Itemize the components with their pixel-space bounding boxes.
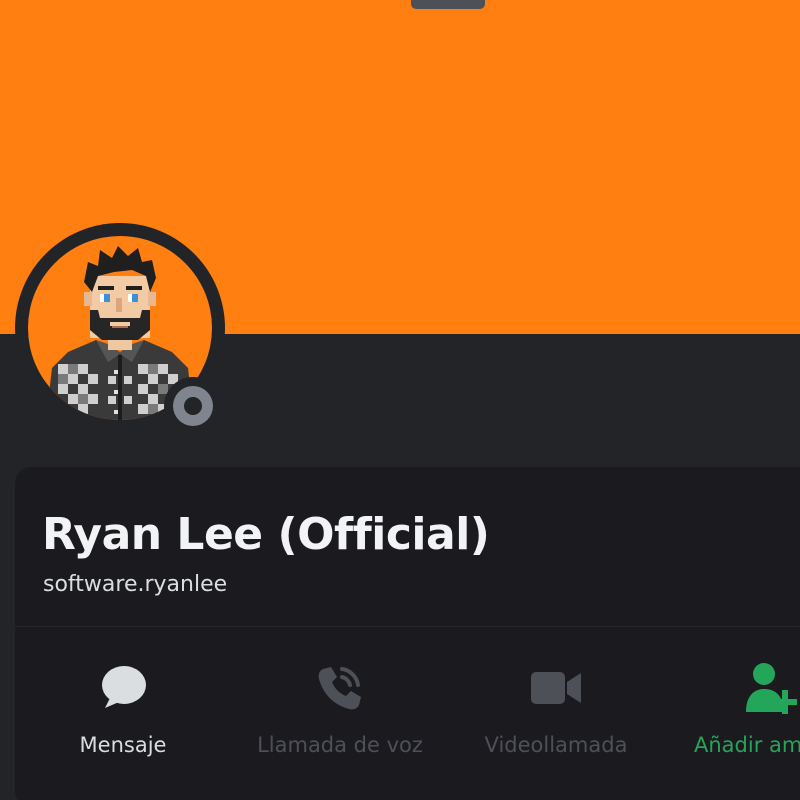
phone-call-icon bbox=[312, 660, 368, 716]
status-indicator-hole bbox=[184, 397, 202, 415]
message-label: Mensaje bbox=[79, 733, 167, 757]
video-call-label: Videollamada bbox=[484, 733, 628, 757]
chat-bubble-icon bbox=[95, 660, 151, 716]
video-call-button[interactable]: Videollamada bbox=[470, 660, 642, 770]
add-friend-button[interactable]: Añadir amigo bbox=[690, 660, 800, 770]
profile-sheet: Ryan Lee (Official) software.ryanlee Men… bbox=[0, 0, 800, 800]
add-friend-icon bbox=[742, 660, 798, 716]
message-button[interactable]: Mensaje bbox=[44, 660, 202, 770]
card-divider bbox=[15, 626, 800, 627]
username[interactable]: software.ryanlee bbox=[43, 570, 227, 600]
voice-call-label: Llamada de voz bbox=[257, 733, 423, 757]
sheet-drag-handle[interactable] bbox=[411, 0, 485, 9]
video-camera-icon bbox=[528, 660, 584, 716]
display-name: Ryan Lee (Official) bbox=[42, 509, 490, 560]
add-friend-label: Añadir amigo bbox=[694, 733, 800, 757]
voice-call-button[interactable]: Llamada de voz bbox=[240, 660, 440, 770]
